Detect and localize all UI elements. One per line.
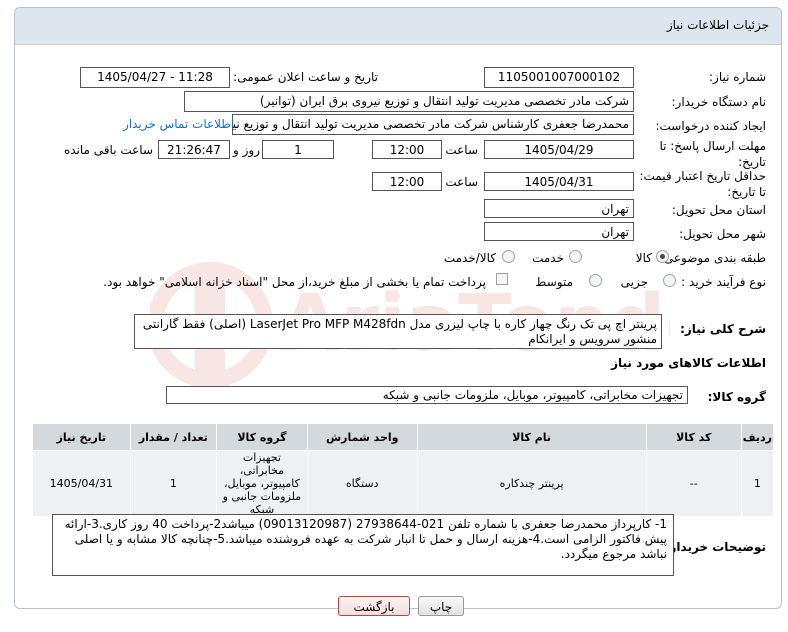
cell-group: تجهیزات مخابراتی، کامپیوتر، موبایل، ملزو… bbox=[215, 450, 308, 517]
panel-header: جزئیات اطلاعات نیاز bbox=[15, 8, 781, 45]
page-title: جزئیات اطلاعات نیاز bbox=[666, 18, 769, 32]
category-radio-both[interactable] bbox=[502, 250, 515, 263]
category-label: طبقه بندی موضوعی: bbox=[659, 251, 766, 265]
remaining-label: ساعت باقی مانده bbox=[63, 143, 153, 157]
send-date-field: 1405/04/29 bbox=[484, 140, 634, 159]
process-radio-medium[interactable] bbox=[589, 274, 602, 287]
print-button[interactable]: چاپ bbox=[418, 596, 464, 616]
send-time-field: 12:00 bbox=[372, 140, 442, 159]
process-label: نوع فرآیند خرید : bbox=[681, 275, 766, 289]
cell-name: پرینتر چندکاره bbox=[416, 450, 647, 517]
price-time-field: 12:00 bbox=[372, 172, 442, 191]
goods-section-title: اطلاعات کالاهای مورد نیاز bbox=[611, 356, 766, 370]
cell-qty: 1 bbox=[129, 450, 217, 517]
price-time-label: ساعت bbox=[445, 175, 478, 189]
goods-group-field: تجهیزات مخابراتی، کامپیوتر، موبایل، ملزو… bbox=[166, 386, 688, 404]
need-number-label: شماره نیاز: bbox=[709, 70, 766, 84]
days-field: 1 bbox=[262, 140, 334, 159]
payment-note: پرداخت تمام یا بخشی از مبلغ خرید،از محل … bbox=[103, 275, 486, 289]
days-label: روز و bbox=[233, 143, 260, 157]
province-field: تهران bbox=[484, 199, 634, 218]
announce-field: 1405/04/27 - 11:28 bbox=[80, 67, 230, 88]
description-field: پرینتر اچ پی تک رنگ چهار کاره با چاپ لیز… bbox=[134, 314, 662, 349]
buyer-field: شرکت مادر تخصصی مدیریت تولید انتقال و تو… bbox=[184, 91, 634, 112]
price-deadline-label: حداقل تاریخ اعتبار قیمت: تا تاریخ: bbox=[639, 169, 766, 199]
col-row: ردیف bbox=[740, 423, 775, 451]
back-button[interactable]: بازگشت bbox=[338, 596, 410, 616]
description-label: شرح کلی نیاز: bbox=[680, 322, 766, 336]
category-option-service: خدمت bbox=[532, 251, 564, 265]
table-header-row: ردیف کد کالا نام کالا واحد شمارش گروه کا… bbox=[32, 423, 775, 451]
buyer-contact-link[interactable]: اطلاعات تماس خریدار bbox=[123, 117, 234, 131]
send-deadline-label: مهلت ارسال پاسخ: تا تاریخ: bbox=[659, 139, 766, 169]
col-qty: تعداد / مقدار bbox=[129, 423, 217, 451]
cell-row: 1 bbox=[740, 450, 775, 517]
col-name: نام کالا bbox=[416, 423, 647, 451]
buyer-label: نام دستگاه خریدار: bbox=[671, 95, 767, 109]
requester-field: محمدرضا جعفری کارشناس شرکت مادر تخصصی مد… bbox=[232, 114, 634, 135]
process-option-medium: متوسط bbox=[535, 275, 573, 289]
price-date-field: 1405/04/31 bbox=[484, 172, 634, 191]
col-date: تاریخ نیاز bbox=[32, 423, 131, 451]
process-option-minor: جزیی bbox=[620, 275, 648, 289]
payment-checkbox[interactable] bbox=[496, 273, 508, 285]
city-field: تهران bbox=[484, 222, 634, 241]
category-radio-service[interactable] bbox=[569, 250, 582, 263]
category-radio-goods[interactable] bbox=[656, 250, 669, 263]
send-time-label: ساعت bbox=[445, 143, 478, 157]
goods-group-label: گروه کالا: bbox=[707, 390, 766, 404]
announce-label: تاریخ و ساعت اعلان عمومی: bbox=[233, 70, 378, 84]
col-group: گروه کالا bbox=[215, 423, 308, 451]
need-number-field: 1105001007000102 bbox=[484, 67, 634, 88]
col-unit: واحد شمارش bbox=[306, 423, 418, 451]
requester-label: ایجاد کننده درخواست: bbox=[655, 119, 766, 133]
remaining-time-field: 21:26:47 bbox=[158, 140, 230, 159]
city-label: شهر محل تحویل: bbox=[679, 227, 766, 241]
buyer-notes-field: 1- کارپرداز محمدرضا جعفری با شماره تلفن … bbox=[52, 514, 674, 576]
buyer-notes-label: توضیحات خریدار: bbox=[664, 540, 766, 554]
category-option-both: کالا/خدمت bbox=[443, 251, 496, 265]
cell-unit: دستگاه bbox=[306, 450, 418, 517]
category-option-goods: کالا bbox=[635, 251, 652, 265]
table-row[interactable]: 1 -- پرینتر چندکاره دستگاه تجهیزات مخابر… bbox=[32, 450, 775, 517]
province-label: استان محل تحویل: bbox=[671, 203, 766, 217]
process-radio-minor[interactable] bbox=[663, 274, 676, 287]
cell-date: 1405/04/31 bbox=[32, 450, 131, 517]
col-code: کد کالا bbox=[645, 423, 742, 451]
items-table: ردیف کد کالا نام کالا واحد شمارش گروه کا… bbox=[32, 423, 775, 517]
cell-code: -- bbox=[645, 450, 742, 517]
